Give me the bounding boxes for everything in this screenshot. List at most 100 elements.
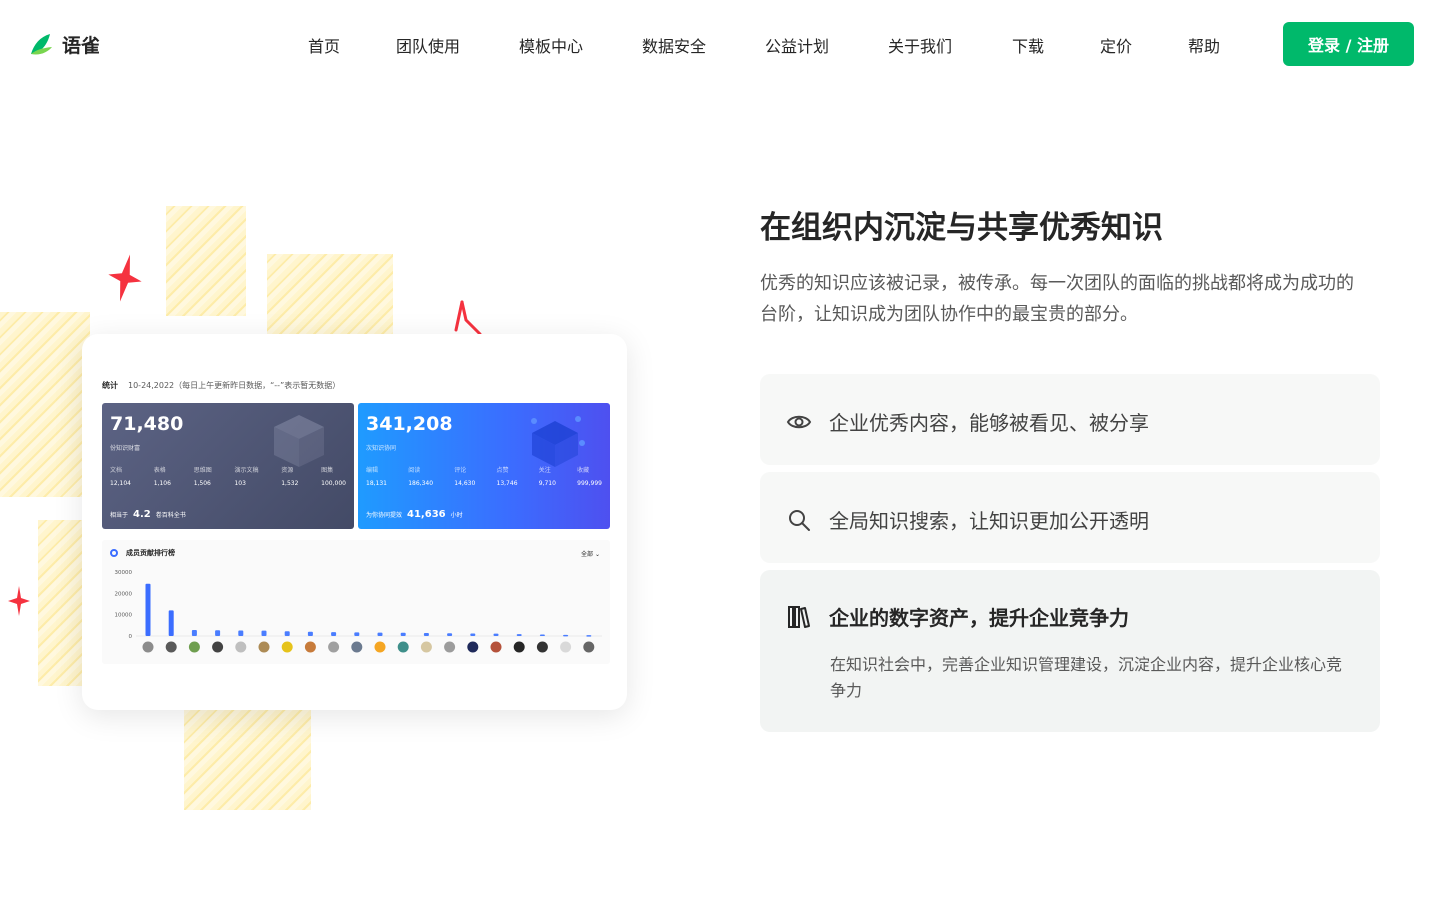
nav-item-charity[interactable]: 公益计划 bbox=[765, 33, 829, 57]
member-avatar bbox=[351, 641, 363, 653]
nav-item-team[interactable]: 团队使用 bbox=[396, 33, 460, 57]
ranking-bar bbox=[563, 634, 569, 637]
stat-item: 资源 1,532 bbox=[281, 467, 299, 487]
search-icon bbox=[789, 509, 810, 531]
member-avatar bbox=[513, 641, 525, 653]
knowledge-assets-value: 71,480 bbox=[110, 413, 184, 435]
y-tick-label: 0 bbox=[129, 634, 133, 640]
nav-item-pricing[interactable]: 定价 bbox=[1100, 33, 1132, 57]
section-title: 在组织内沉淀与共享优秀知识 bbox=[760, 210, 1163, 246]
deco-block bbox=[267, 254, 393, 344]
feature-item-visibility[interactable]: 企业优秀内容，能够被看见、被分享 bbox=[760, 374, 1380, 465]
collaboration-value: 341,208 bbox=[366, 413, 453, 435]
member-avatar bbox=[467, 641, 479, 653]
ranking-title: 成员贡献排行榜 bbox=[110, 548, 175, 558]
feature-label: 全局知识搜索，让知识更加公开透明 bbox=[829, 509, 1149, 533]
member-avatar bbox=[490, 641, 502, 653]
ranking-bar bbox=[516, 634, 522, 636]
dashboard-date: 10-24,2022（每日上午更新昨日数据，“--”表示暂无数据） bbox=[128, 381, 341, 390]
deco-block bbox=[0, 312, 90, 497]
ranking-bar bbox=[586, 635, 592, 637]
collaboration-panel: 341,208 次知识协同 编辑 18,131 阅读 186,340 评论 14,63… bbox=[358, 403, 610, 529]
y-tick-label: 10000 bbox=[115, 613, 133, 619]
member-avatar bbox=[188, 641, 200, 653]
dashboard-header: 统计 10-24,2022（每日上午更新昨日数据，“--”表示暂无数据） bbox=[102, 380, 340, 391]
stat-item: 编辑 18,131 bbox=[366, 467, 387, 487]
ranking-bar bbox=[307, 631, 313, 636]
ranking-bar bbox=[447, 633, 453, 636]
member-avatar bbox=[165, 641, 177, 653]
feature-item-search[interactable]: 全局知识搜索，让知识更加公开透明 bbox=[760, 472, 1380, 563]
ranking-dot-icon bbox=[110, 549, 118, 557]
member-avatar bbox=[374, 641, 386, 653]
collaboration-footer: 为你协同提效 41,636 小时 bbox=[366, 509, 463, 520]
nav-item-about[interactable]: 关于我们 bbox=[888, 33, 952, 57]
member-avatar bbox=[444, 641, 456, 653]
ranking-bar bbox=[470, 633, 476, 636]
y-tick-label: 30000 bbox=[115, 570, 133, 576]
login-register-button[interactable]: 登录 / 注册 bbox=[1283, 22, 1414, 66]
collaboration-stats: 编辑 18,131 阅读 186,340 评论 14,630 点赞 13,746 关注 9… bbox=[366, 465, 602, 487]
feature-row: 全局知识搜索，让知识更加公开透明 bbox=[786, 505, 1149, 534]
deco-block bbox=[184, 700, 311, 810]
member-avatar bbox=[536, 641, 548, 653]
member-avatar bbox=[560, 641, 572, 653]
nav-item-security[interactable]: 数据安全 bbox=[642, 33, 706, 57]
nav-item-download[interactable]: 下载 bbox=[1012, 33, 1044, 57]
stat-item: 点赞 13,746 bbox=[496, 467, 518, 487]
ranking-bar bbox=[377, 632, 383, 636]
ranking-filter-dropdown[interactable]: 全部 ⌄ bbox=[581, 549, 600, 558]
top-header: 语雀 首页 团队使用 模板中心 数据安全 公益计划 关于我们 下载 定价 帮助 … bbox=[0, 0, 1440, 88]
feature-label: 企业的数字资产，提升企业竞争力 bbox=[829, 606, 1129, 630]
cube-icon bbox=[531, 416, 585, 467]
stat-item: 文档 12,104 bbox=[110, 467, 131, 487]
feature-row: 企业的数字资产，提升企业竞争力 bbox=[786, 602, 1129, 631]
ranking-bar bbox=[215, 630, 221, 636]
member-avatar bbox=[142, 641, 154, 653]
stat-item: 评论 14,630 bbox=[454, 467, 476, 487]
ranking-bar-chart: 30000 20000 10000 0 bbox=[115, 570, 602, 653]
sparkle-icon bbox=[108, 254, 142, 302]
nav-item-templates[interactable]: 模板中心 bbox=[519, 33, 583, 57]
eye-icon bbox=[786, 415, 812, 428]
cube-icon bbox=[274, 415, 324, 467]
dashboard-title: 统计 bbox=[102, 381, 118, 390]
stat-item: 收藏 999,999 bbox=[577, 467, 602, 487]
ranking-bar bbox=[354, 632, 360, 636]
nav-item-help[interactable]: 帮助 bbox=[1188, 33, 1220, 57]
ranking-bar bbox=[400, 632, 406, 636]
member-avatar bbox=[420, 641, 432, 653]
knowledge-assets-label: 份知识财富 bbox=[110, 445, 141, 452]
stat-item: 关注 9,710 bbox=[538, 467, 556, 487]
knowledge-assets-footer: 相当于 4.2 卷百科全书 bbox=[110, 509, 186, 520]
section-description: 优秀的知识应该被记录，被传承。每一次团队的面临的挑战都将成为成功的台阶，让知识成… bbox=[760, 273, 1354, 325]
contribution-ranking: 成员贡献排行榜 全部 ⌄ 30000 20000 10000 0 bbox=[102, 540, 610, 664]
main-nav: 首页 团队使用 模板中心 数据安全 公益计划 关于我们 下载 定价 帮助 bbox=[0, 33, 1440, 57]
feature-row: 企业优秀内容，能够被看见、被分享 bbox=[786, 407, 1149, 436]
member-avatar bbox=[583, 641, 595, 653]
ranking-bar bbox=[261, 630, 267, 636]
ranking-bar bbox=[145, 583, 151, 636]
ranking-bar bbox=[493, 633, 499, 636]
knowledge-assets-panel: 71,480 份知识财富 文档 12,104 表格 1,106 思维图 1,506 演… bbox=[102, 403, 354, 529]
stat-item: 思维图 1,506 bbox=[193, 467, 212, 487]
feature-item-digital-assets[interactable]: 企业的数字资产，提升企业竞争力 在知识社会中，完善企业知识管理建设，沉淀企业内容… bbox=[760, 570, 1380, 732]
stat-item: 表格 1,106 bbox=[153, 467, 171, 487]
ranking-bar bbox=[238, 630, 244, 636]
ranking-bar bbox=[191, 630, 197, 636]
ranking-bar bbox=[423, 633, 429, 636]
stat-item: 图集 100,000 bbox=[321, 467, 346, 487]
nav-item-home[interactable]: 首页 bbox=[308, 33, 340, 57]
member-avatar bbox=[328, 641, 340, 653]
feature-description: 在知识社会中，完善企业知识管理建设，沉淀企业内容，提升企业核心竞争力 bbox=[830, 655, 1343, 700]
member-avatar bbox=[235, 641, 247, 653]
knowledge-assets-stats: 文档 12,104 表格 1,106 思维图 1,506 演示文稿 103 资源 1,53… bbox=[110, 465, 346, 487]
library-icon bbox=[788, 605, 810, 628]
deco-block bbox=[166, 206, 246, 316]
member-avatar bbox=[397, 641, 409, 653]
stat-item: 阅读 186,340 bbox=[408, 467, 434, 487]
sparkle-icon bbox=[8, 586, 30, 616]
ranking-bar bbox=[331, 632, 337, 636]
deco-block bbox=[38, 520, 82, 686]
member-avatar bbox=[258, 641, 270, 653]
